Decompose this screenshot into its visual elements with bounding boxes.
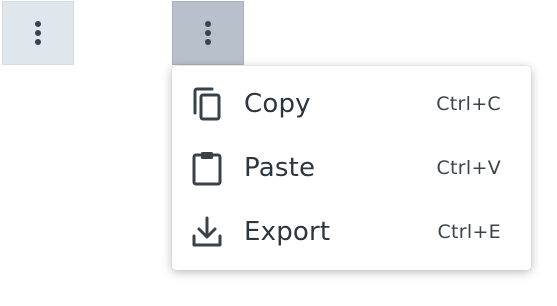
menu-item-paste[interactable]: Paste Ctrl+V (172, 136, 531, 200)
menu-item-label: Copy (244, 89, 311, 119)
menu-item-label: Export (244, 217, 331, 247)
menu-item-shortcut: Ctrl+E (437, 221, 501, 243)
more-vertical-icon (205, 21, 211, 45)
menu-item-label: Paste (244, 153, 316, 183)
context-menu: Copy Ctrl+C Paste Ctrl+V Export Ctrl+E (172, 66, 531, 270)
menu-item-export[interactable]: Export Ctrl+E (172, 200, 531, 264)
menu-item-shortcut: Ctrl+V (436, 157, 501, 179)
more-vertical-icon (35, 21, 41, 45)
menu-item-copy[interactable]: Copy Ctrl+C (172, 72, 531, 136)
copy-icon (190, 86, 224, 122)
more-options-button[interactable] (2, 1, 74, 65)
menu-item-shortcut: Ctrl+C (436, 93, 501, 115)
more-options-button-active[interactable] (172, 1, 244, 65)
download-icon (190, 214, 224, 250)
clipboard-icon (190, 150, 224, 186)
